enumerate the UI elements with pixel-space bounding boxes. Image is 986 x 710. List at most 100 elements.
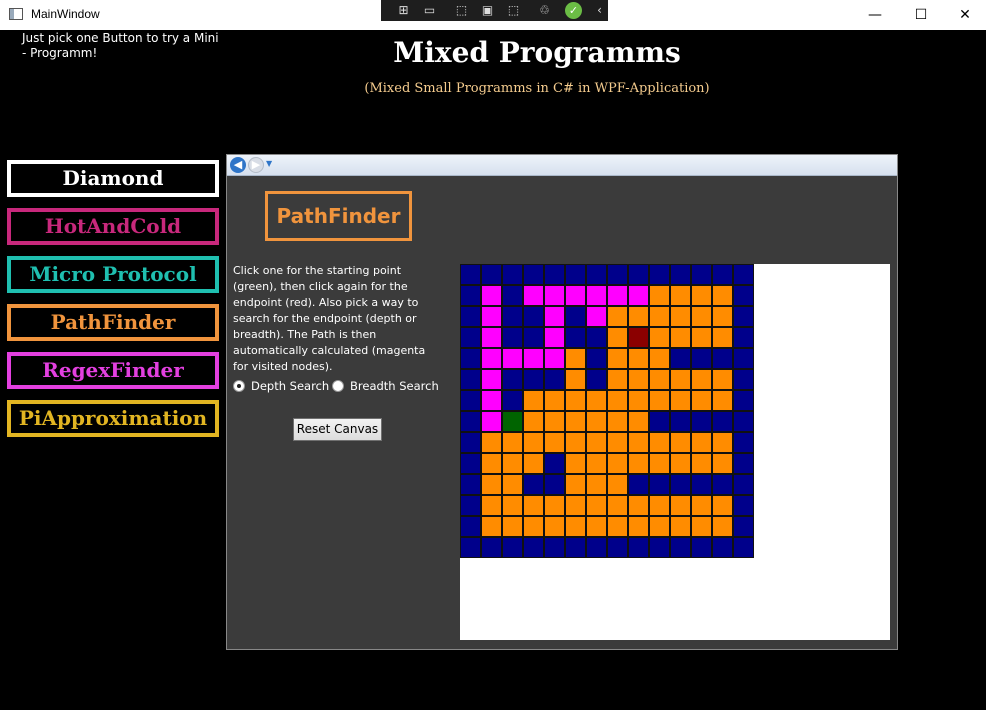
live-visual-tree-icon[interactable]: ⊞ (395, 2, 412, 19)
grid-cell-empty[interactable] (523, 474, 544, 495)
grid-cell-wall[interactable] (586, 516, 607, 537)
grid-cell-wall[interactable] (523, 390, 544, 411)
grid-cell-wall[interactable] (628, 411, 649, 432)
grid-cell-wall[interactable] (607, 390, 628, 411)
grid-cell-empty[interactable] (733, 390, 754, 411)
track-focus-icon[interactable]: ⬚ (505, 2, 522, 19)
grid-cell-empty[interactable] (670, 348, 691, 369)
grid-cell-wall[interactable] (712, 327, 733, 348)
grid-cell-empty[interactable] (544, 537, 565, 558)
grid-cell-empty[interactable] (733, 285, 754, 306)
grid-cell-empty[interactable] (586, 348, 607, 369)
grid-cell-visited[interactable] (544, 348, 565, 369)
grid-cell-empty[interactable] (460, 369, 481, 390)
grid-cell-wall[interactable] (649, 306, 670, 327)
grid-cell-empty[interactable] (544, 369, 565, 390)
select-element-icon[interactable]: ⬚ (453, 2, 470, 19)
grid-cell-empty[interactable] (523, 537, 544, 558)
grid-cell-empty[interactable] (460, 285, 481, 306)
grid-cell-empty[interactable] (523, 264, 544, 285)
grid-cell-visited[interactable] (481, 348, 502, 369)
grid-cell-visited[interactable] (481, 306, 502, 327)
back-arrow-icon[interactable]: ◀ (230, 157, 246, 173)
grid-cell-empty[interactable] (460, 390, 481, 411)
grid-cell-wall[interactable] (544, 411, 565, 432)
grid-cell-empty[interactable] (544, 264, 565, 285)
grid-cell-wall[interactable] (607, 348, 628, 369)
grid-cell-wall[interactable] (565, 390, 586, 411)
grid-cell-wall[interactable] (565, 495, 586, 516)
grid-cell-wall[interactable] (712, 495, 733, 516)
grid-cell-visited[interactable] (481, 411, 502, 432)
grid-cell-empty[interactable] (565, 306, 586, 327)
grid-cell-visited[interactable] (607, 285, 628, 306)
grid-cell-empty[interactable] (733, 537, 754, 558)
grid-cell-empty[interactable] (502, 327, 523, 348)
grid-cell-wall[interactable] (565, 369, 586, 390)
grid-cell-wall[interactable] (670, 453, 691, 474)
grid-cell-wall[interactable] (481, 453, 502, 474)
grid-cell-wall[interactable] (586, 411, 607, 432)
grid-cell-wall[interactable] (607, 453, 628, 474)
grid-cell-wall[interactable] (607, 411, 628, 432)
grid-cell-wall[interactable] (523, 411, 544, 432)
grid-cell-empty[interactable] (649, 474, 670, 495)
grid-cell-wall[interactable] (628, 348, 649, 369)
grid-cell-wall[interactable] (649, 390, 670, 411)
grid-cell-empty[interactable] (628, 474, 649, 495)
grid-cell-empty[interactable] (565, 537, 586, 558)
grid-cell-empty[interactable] (523, 327, 544, 348)
grid-cell-end[interactable] (628, 327, 649, 348)
grid-cell-wall[interactable] (565, 411, 586, 432)
grid-cell-empty[interactable] (712, 474, 733, 495)
grid-cell-visited[interactable] (481, 285, 502, 306)
grid-cell-wall[interactable] (607, 369, 628, 390)
grid-cell-wall[interactable] (670, 327, 691, 348)
grid-cell-empty[interactable] (586, 537, 607, 558)
grid-cell-empty[interactable] (460, 264, 481, 285)
grid-cell-empty[interactable] (565, 327, 586, 348)
grid-cell-empty[interactable] (460, 411, 481, 432)
grid-cell-visited[interactable] (586, 306, 607, 327)
path-canvas[interactable] (460, 264, 890, 640)
grid-cell-wall[interactable] (502, 474, 523, 495)
grid-cell-empty[interactable] (712, 264, 733, 285)
grid-cell-wall[interactable] (712, 432, 733, 453)
grid-cell-empty[interactable] (523, 369, 544, 390)
grid-cell-wall[interactable] (712, 306, 733, 327)
grid-cell-wall[interactable] (670, 285, 691, 306)
grid-cell-empty[interactable] (712, 411, 733, 432)
grid-cell-wall[interactable] (607, 516, 628, 537)
grid-cell-wall[interactable] (523, 453, 544, 474)
grid-cell-wall[interactable] (712, 516, 733, 537)
grid-cell-wall[interactable] (628, 369, 649, 390)
grid-cell-empty[interactable] (460, 537, 481, 558)
grid-cell-visited[interactable] (565, 285, 586, 306)
grid-cell-empty[interactable] (670, 411, 691, 432)
grid-cell-wall[interactable] (481, 516, 502, 537)
grid-cell-empty[interactable] (502, 390, 523, 411)
grid-cell-wall[interactable] (628, 432, 649, 453)
grid-cell-visited[interactable] (502, 348, 523, 369)
video-icon[interactable]: ▭ (421, 2, 438, 19)
grid-cell-empty[interactable] (733, 348, 754, 369)
grid-cell-wall[interactable] (565, 432, 586, 453)
grid-cell-wall[interactable] (481, 474, 502, 495)
grid-cell-wall[interactable] (607, 474, 628, 495)
grid-cell-empty[interactable] (733, 369, 754, 390)
grid-cell-wall[interactable] (628, 390, 649, 411)
grid-cell-empty[interactable] (733, 306, 754, 327)
grid-cell-empty[interactable] (544, 474, 565, 495)
grid-cell-wall[interactable] (565, 453, 586, 474)
grid-cell-wall[interactable] (691, 432, 712, 453)
grid-cell-empty[interactable] (670, 474, 691, 495)
grid-cell-empty[interactable] (733, 327, 754, 348)
grid-cell-empty[interactable] (586, 264, 607, 285)
pathfinder-button[interactable]: PathFinder (7, 304, 219, 341)
grid-cell-visited[interactable] (523, 285, 544, 306)
depth-search-radio[interactable] (233, 380, 245, 392)
history-dropdown-icon[interactable]: ▼ (266, 159, 272, 168)
grid-cell-empty[interactable] (628, 537, 649, 558)
grid-cell-empty[interactable] (607, 537, 628, 558)
grid-cell-wall[interactable] (649, 432, 670, 453)
